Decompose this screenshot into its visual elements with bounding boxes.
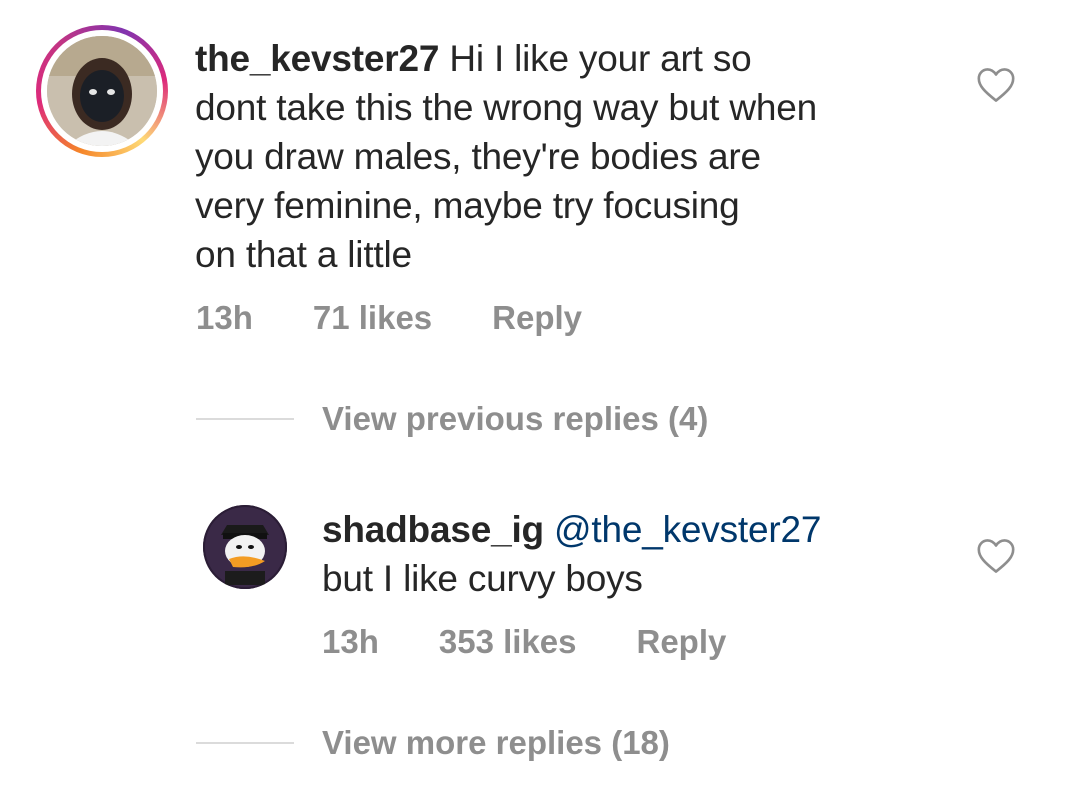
reply-reply-button[interactable]: Reply: [637, 623, 727, 661]
view-previous-replies-label[interactable]: View previous replies (4): [322, 400, 708, 438]
reply-body: shadbase_ig @the_kevster27 but I like cu…: [322, 505, 962, 603]
comment-username[interactable]: the_kevster27: [195, 38, 439, 79]
comment-body: the_kevster27 Hi I like your art so dont…: [195, 34, 955, 279]
comment-text-line5: on that a little: [195, 234, 412, 275]
comment-time: 13h: [196, 299, 253, 336]
avatar[interactable]: [36, 25, 168, 157]
comment-text-line3: you draw males, they're bodies are: [195, 136, 761, 177]
comment-text-line1: Hi I like your art so: [439, 38, 752, 79]
reply-mention-link[interactable]: @the_kevster27: [554, 509, 821, 550]
view-more-replies[interactable]: View more replies (18): [196, 724, 670, 762]
comment-meta: 13h 71 likes Reply: [196, 299, 582, 337]
reply-text: but I like curvy boys: [322, 558, 643, 599]
comment-reply-button[interactable]: Reply: [492, 299, 582, 337]
view-previous-replies[interactable]: View previous replies (4): [196, 400, 708, 438]
reply-meta: 13h 353 likes Reply: [322, 623, 726, 661]
reply-heart-outline-icon[interactable]: [976, 538, 1016, 574]
reply-username[interactable]: shadbase_ig: [322, 509, 544, 550]
comment-text-line2: dont take this the wrong way but when: [195, 87, 817, 128]
view-more-replies-label[interactable]: View more replies (18): [322, 724, 670, 762]
avatar-photo: [47, 36, 157, 146]
heart-outline-icon[interactable]: [976, 67, 1016, 103]
reply-time: 13h: [322, 623, 379, 660]
reply-avatar[interactable]: [203, 505, 287, 589]
divider: [196, 742, 294, 744]
divider: [196, 418, 294, 420]
comment-text-line4: very feminine, maybe try focusing: [195, 185, 740, 226]
comment-likes[interactable]: 71 likes: [313, 299, 432, 337]
reply-likes[interactable]: 353 likes: [439, 623, 577, 661]
reply-avatar-photo: [203, 505, 287, 589]
